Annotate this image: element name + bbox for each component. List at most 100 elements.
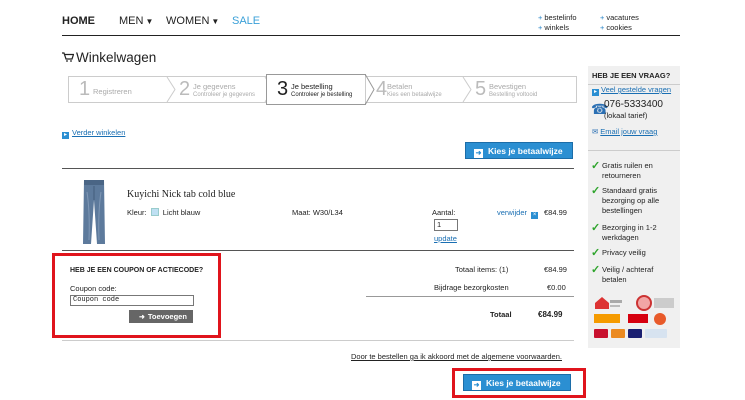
color-swatch [150, 208, 159, 216]
link-label: vacatures [606, 13, 639, 22]
divider [588, 150, 680, 151]
step-number: 4 [376, 78, 388, 100]
arrow-right-icon: ➜ [139, 314, 145, 321]
mail-icon: ✉ [592, 127, 599, 136]
quantity-label: Aantal: [432, 208, 456, 217]
totals-divider [366, 296, 574, 297]
shipping-value: €0.00 [547, 283, 566, 292]
button-label: Kies je betaalwijze [488, 146, 563, 156]
usp-1: Gratis ruilen en retourneren [602, 161, 653, 180]
arrow-right-icon: ➜ [474, 149, 483, 158]
page-title-text: Winkelwagen [76, 50, 157, 65]
email-label: Email jouw vraag [600, 127, 658, 136]
continue-shopping-label: Verder winkelen [72, 128, 126, 137]
add-coupon-button[interactable]: ➜ Toevoegen [129, 310, 193, 323]
step-number: 2 [179, 78, 191, 100]
step-title: Je gegevens [193, 82, 236, 91]
top-links-left: + bestelinfo + winkels [538, 13, 577, 33]
faq-label: Veel gestelde vragen [601, 85, 672, 94]
product-color: Kleur: Licht blauw [127, 208, 200, 217]
check-icon: ✓ [591, 185, 601, 197]
nav-home[interactable]: HOME [62, 15, 95, 27]
bullet-icon: + [600, 23, 605, 32]
nav-men-label: MEN [119, 15, 144, 27]
link-winkels[interactable]: + winkels [538, 23, 577, 33]
nav-women-label: WOMEN [166, 15, 210, 27]
check-icon: ✓ [591, 160, 601, 172]
usp-2: Standaard gratis bezorging op alle beste… [602, 186, 660, 215]
top-navigation: HOME MEN ▼ WOMEN ▼ SALE + bestelinfo + winke… [62, 8, 680, 36]
step-title: Je bestelling [291, 82, 333, 91]
update-link[interactable]: update [434, 234, 457, 243]
step-title: Betalen [387, 82, 413, 91]
nav-women[interactable]: WOMEN ▼ [166, 15, 219, 27]
button-label: Kies je betaalwijze [486, 378, 561, 388]
total-label: Totaal [490, 310, 512, 319]
tnt-logo [594, 314, 620, 323]
link-bestelinfo[interactable]: + bestelinfo [538, 13, 577, 23]
quantity-input[interactable]: 1 [434, 219, 458, 231]
link-vacatures[interactable]: + vacatures [600, 13, 639, 23]
link-label: cookies [606, 23, 632, 32]
usp-3: Bezorging in 1-2 werkdagen [602, 223, 657, 242]
step-5: 5 Bevestigen Bestelling voltooid [465, 77, 575, 102]
trust-seal-waarborg [636, 295, 652, 311]
phone-note: (lokaal tarief) [604, 111, 648, 120]
step-subtitle: Controleer je bestelling [291, 92, 353, 98]
choose-payment-button-top[interactable]: ➜ Kies je betaalwijze [465, 142, 573, 159]
chevron-down-icon: ▼ [145, 17, 154, 26]
remove-link[interactable]: verwijder × [497, 208, 539, 219]
step-number: 1 [79, 78, 91, 100]
choose-payment-button-bottom[interactable]: ➜ Kies je betaalwijze [463, 374, 571, 391]
carrier-logo [654, 313, 666, 325]
product-image [83, 180, 105, 244]
divider [62, 340, 574, 341]
step-number: 3 [277, 78, 289, 100]
faq-link[interactable]: ▸ Veel gestelde vragen [592, 85, 671, 96]
page-title: Winkelwagen [62, 50, 156, 65]
cart-icon [62, 52, 75, 65]
trust-seal-text [654, 298, 674, 308]
usp-4: Privacy veilig [602, 248, 646, 257]
top-links-right: + vacatures + cookies [600, 13, 639, 33]
link-cookies[interactable]: + cookies [600, 23, 639, 33]
sidebar-heading: HEB JE EEN VRAAG? [592, 71, 671, 80]
checkout-steps: 1 Registreren 2 Je gegevens Controleer j… [68, 74, 577, 105]
email-link[interactable]: ✉ Email jouw vraag [592, 127, 657, 137]
visa-icon [628, 329, 642, 338]
check-icon: ✓ [591, 222, 601, 234]
divider [62, 250, 574, 251]
step-4: 4 Betalen Kies een betaalwijze [366, 77, 462, 102]
check-icon: ✓ [591, 264, 601, 276]
nav-sale[interactable]: SALE [232, 15, 260, 27]
button-label: Toevoegen [147, 312, 187, 321]
arrow-right-icon: ▸ [592, 89, 599, 96]
link-label: winkels [544, 23, 569, 32]
trust-seal-thuiswinkel [593, 296, 623, 310]
nav-men[interactable]: MEN ▼ [119, 15, 153, 27]
chevron-down-icon: ▼ [211, 17, 220, 26]
terms-link[interactable]: Door te bestellen ga ik akkoord met de a… [351, 352, 562, 361]
product-price: €84.99 [544, 208, 567, 217]
product-name[interactable]: Kuyichi Nick tab cold blue [127, 189, 235, 200]
arrow-right-icon: ➜ [472, 381, 481, 390]
dhl-logo [628, 314, 648, 323]
coupon-section: HEB JE EEN COUPON OF ACTIECODE? Coupon c… [52, 253, 221, 338]
divider [62, 168, 574, 169]
step-title: Registreren [93, 87, 132, 96]
step-3: 3 Je bestelling Controleer je bestelling [267, 77, 363, 102]
remove-label: verwijder [497, 208, 528, 217]
help-sidebar: HEB JE EEN VRAAG? ▸ Veel gestelde vragen … [588, 66, 680, 348]
total-value: €84.99 [538, 310, 563, 319]
check-icon: ✓ [591, 247, 601, 259]
coupon-code-input[interactable]: Coupon code [70, 295, 194, 306]
coupon-label: Coupon code: [70, 284, 117, 293]
paypal-icon [645, 329, 667, 338]
step-number: 5 [475, 78, 487, 100]
ideal-icon [594, 329, 608, 338]
link-label: bestelinfo [544, 13, 577, 22]
continue-shopping-link[interactable]: ▸ Verder winkelen [62, 128, 125, 139]
close-icon: × [531, 212, 539, 219]
step-1: 1 Registreren [69, 77, 167, 102]
shipping-label: Bijdrage bezorgkosten [434, 283, 509, 292]
